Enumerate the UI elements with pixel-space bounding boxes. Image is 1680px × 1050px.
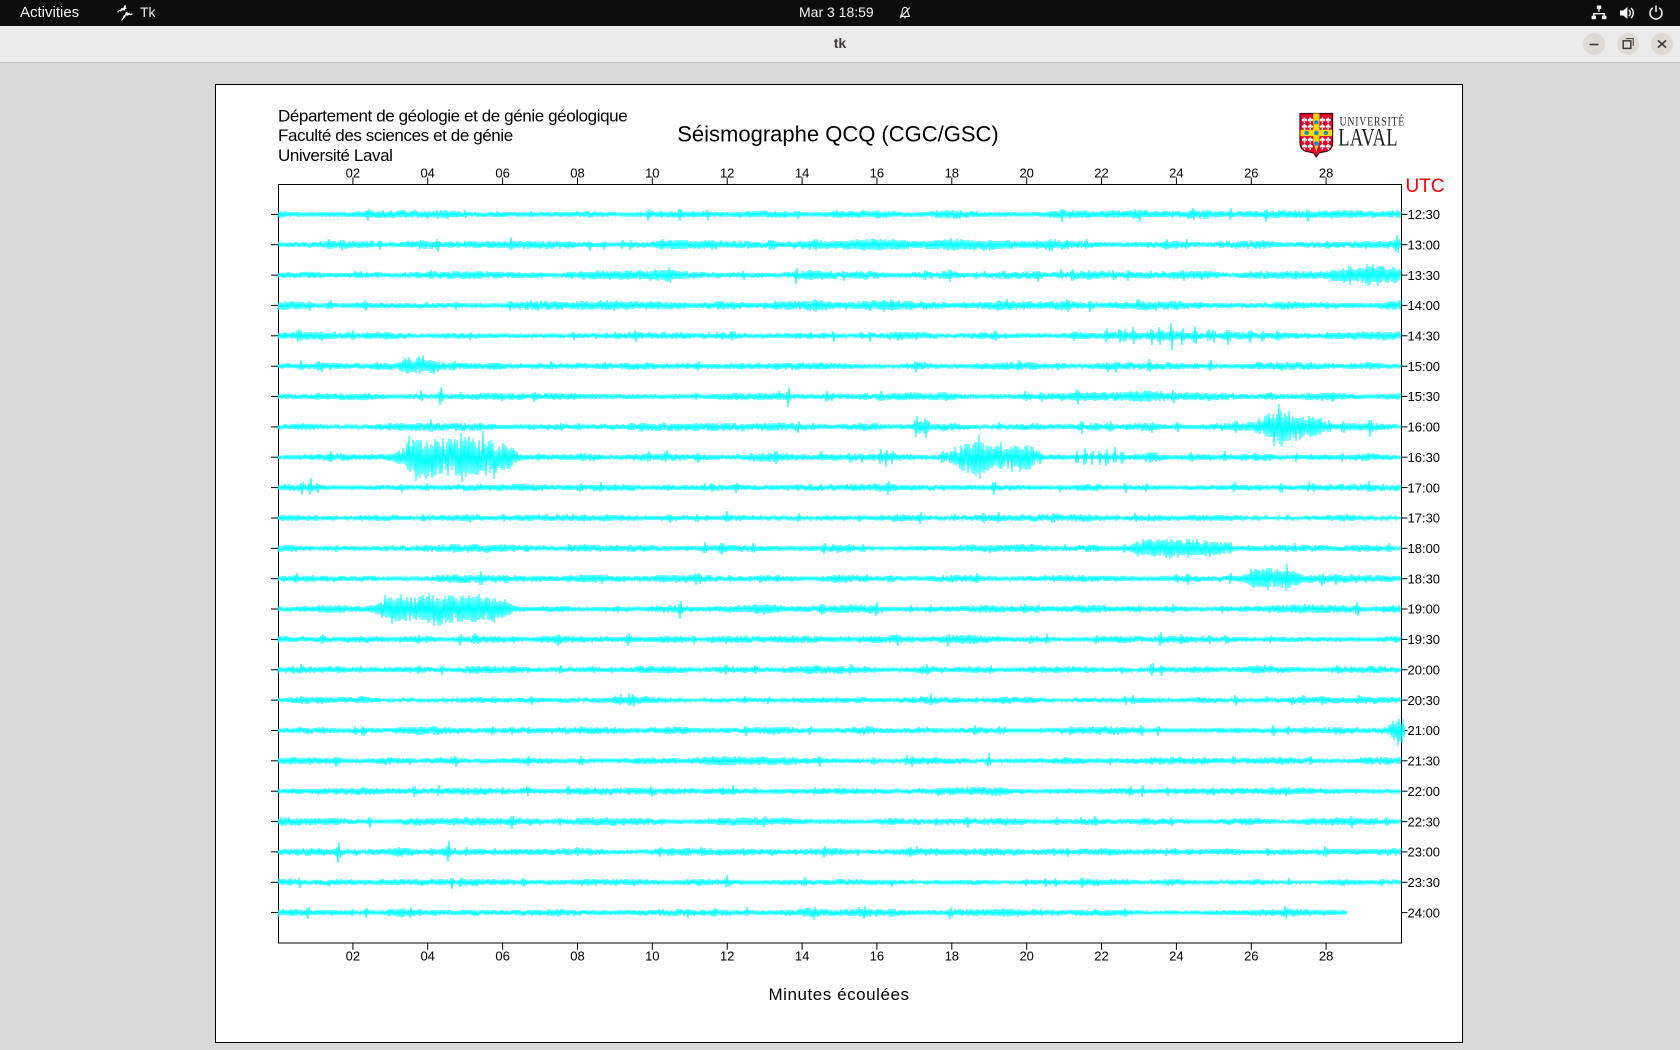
svg-text:18: 18 bbox=[945, 949, 959, 964]
svg-text:14:00: 14:00 bbox=[1408, 298, 1441, 313]
svg-text:20: 20 bbox=[1019, 949, 1033, 964]
svg-text:21:00: 21:00 bbox=[1408, 723, 1441, 738]
svg-text:14: 14 bbox=[795, 166, 809, 181]
svg-text:02: 02 bbox=[346, 166, 360, 181]
svg-text:12:30: 12:30 bbox=[1408, 207, 1441, 222]
svg-text:22:00: 22:00 bbox=[1408, 784, 1441, 799]
svg-text:17:30: 17:30 bbox=[1408, 511, 1441, 526]
svg-text:Séismographe QCQ (CGC/GSC): Séismographe QCQ (CGC/GSC) bbox=[677, 122, 999, 147]
svg-text:20: 20 bbox=[1019, 166, 1033, 181]
svg-text:17:00: 17:00 bbox=[1408, 480, 1441, 495]
svg-text:10: 10 bbox=[645, 949, 659, 964]
svg-text:LAVAL: LAVAL bbox=[1338, 123, 1398, 151]
svg-text:19:00: 19:00 bbox=[1408, 602, 1441, 617]
svg-text:15:00: 15:00 bbox=[1408, 359, 1441, 374]
svg-text:20:00: 20:00 bbox=[1408, 663, 1441, 678]
svg-text:08: 08 bbox=[570, 166, 584, 181]
svg-text:12: 12 bbox=[720, 166, 734, 181]
svg-text:18:00: 18:00 bbox=[1408, 541, 1441, 556]
svg-text:14:30: 14:30 bbox=[1408, 329, 1441, 344]
svg-text:22: 22 bbox=[1094, 949, 1108, 964]
svg-text:16:00: 16:00 bbox=[1408, 420, 1441, 435]
svg-text:Université Laval: Université Laval bbox=[278, 146, 393, 165]
svg-text:14: 14 bbox=[795, 949, 809, 964]
svg-text:13:00: 13:00 bbox=[1408, 237, 1441, 252]
svg-text:22:30: 22:30 bbox=[1408, 814, 1441, 829]
svg-text:08: 08 bbox=[570, 949, 584, 964]
svg-text:18: 18 bbox=[945, 166, 959, 181]
svg-text:12: 12 bbox=[720, 949, 734, 964]
svg-text:10: 10 bbox=[645, 166, 659, 181]
svg-text:04: 04 bbox=[420, 949, 434, 964]
svg-text:19:30: 19:30 bbox=[1408, 632, 1441, 647]
svg-text:Minutes écoulées: Minutes écoulées bbox=[768, 985, 909, 1004]
svg-text:18:30: 18:30 bbox=[1408, 571, 1441, 586]
svg-text:23:00: 23:00 bbox=[1408, 845, 1441, 860]
svg-text:22: 22 bbox=[1094, 166, 1108, 181]
svg-text:06: 06 bbox=[495, 166, 509, 181]
svg-text:20:30: 20:30 bbox=[1408, 693, 1441, 708]
svg-text:23:30: 23:30 bbox=[1408, 875, 1441, 890]
svg-text:Département de géologie et de: Département de géologie et de génie géol… bbox=[278, 107, 627, 126]
svg-text:24:00: 24:00 bbox=[1408, 905, 1441, 920]
svg-text:16: 16 bbox=[870, 949, 884, 964]
svg-text:06: 06 bbox=[495, 949, 509, 964]
svg-text:15:30: 15:30 bbox=[1408, 389, 1441, 404]
svg-text:02: 02 bbox=[346, 949, 360, 964]
svg-text:21:30: 21:30 bbox=[1408, 754, 1441, 769]
svg-text:26: 26 bbox=[1244, 166, 1258, 181]
svg-text:04: 04 bbox=[420, 166, 434, 181]
svg-text:16:30: 16:30 bbox=[1408, 450, 1441, 465]
svg-text:26: 26 bbox=[1244, 949, 1258, 964]
svg-text:UTC: UTC bbox=[1406, 176, 1445, 197]
svg-text:Faculté des sciences et de gén: Faculté des sciences et de génie bbox=[278, 126, 513, 145]
svg-text:13:30: 13:30 bbox=[1408, 268, 1441, 283]
svg-text:16: 16 bbox=[870, 166, 884, 181]
svg-text:24: 24 bbox=[1169, 949, 1183, 964]
svg-text:28: 28 bbox=[1319, 949, 1333, 964]
svg-text:24: 24 bbox=[1169, 166, 1183, 181]
svg-text:28: 28 bbox=[1319, 166, 1333, 181]
